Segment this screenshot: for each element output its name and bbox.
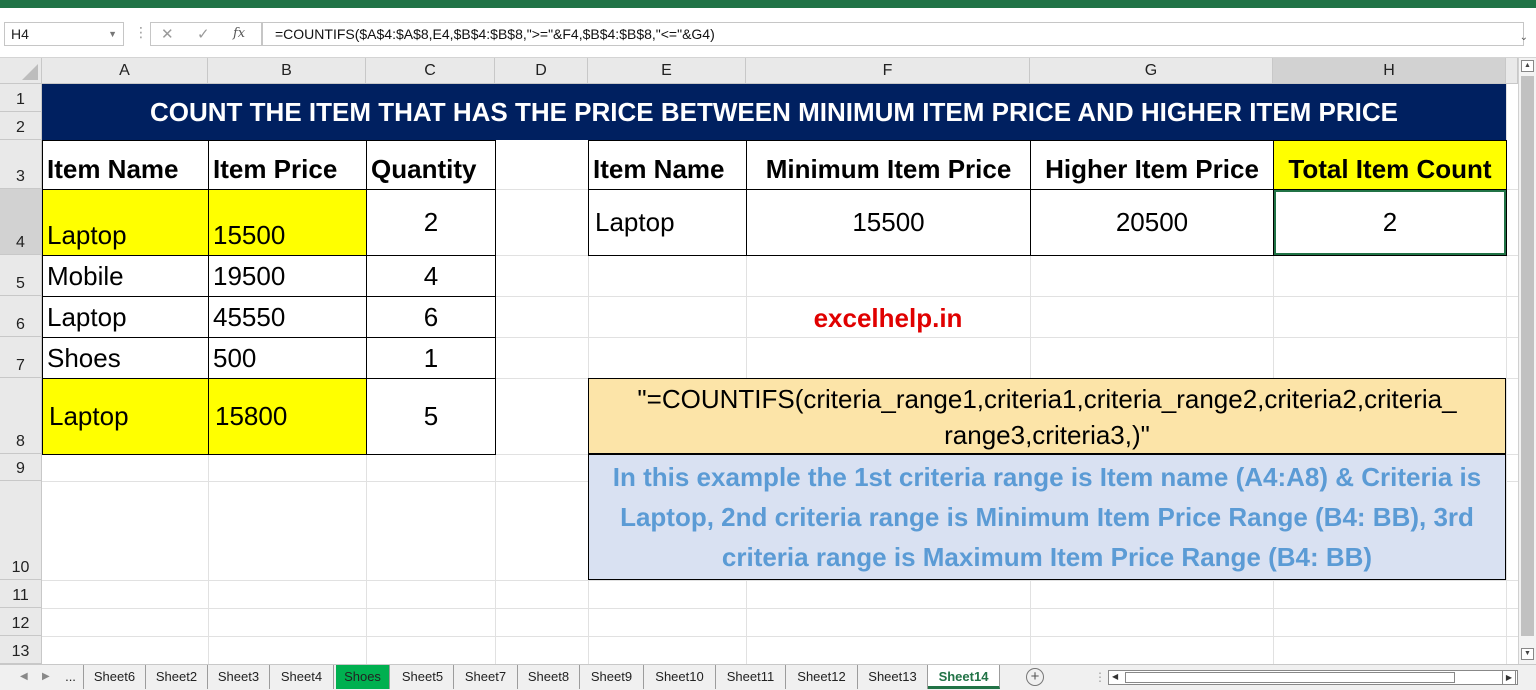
column-header-f[interactable]: F [746, 58, 1030, 84]
column-header-c[interactable]: C [366, 58, 495, 84]
row-header-12[interactable]: 12 [0, 608, 42, 636]
column-header-a[interactable]: A [42, 58, 208, 84]
column-header-d[interactable]: D [495, 58, 588, 84]
minimum-price-cell[interactable]: 15500 [746, 189, 1031, 256]
row-header-3[interactable]: 3 [0, 140, 42, 189]
select-all-icon[interactable] [0, 58, 42, 84]
table-cell[interactable]: 15800 [208, 378, 367, 455]
row-header-9[interactable]: 9 [0, 454, 42, 481]
table-cell[interactable]: 5 [366, 378, 496, 455]
column-header-g[interactable]: G [1030, 58, 1273, 84]
enter-icon[interactable]: ✓ [197, 25, 210, 43]
tab-sheet10[interactable]: Sheet10 [644, 665, 716, 689]
tab-sheet5[interactable]: Sheet5 [392, 665, 454, 689]
tab-prev-icon[interactable]: ◀ [20, 671, 28, 682]
tab-sheet11[interactable]: Sheet11 [716, 665, 786, 689]
tab-sheet14[interactable]: Sheet14 [928, 665, 1000, 689]
formula-bar-separator: ⋮ [134, 24, 148, 40]
worksheet-grid[interactable]: A B C D E F G H 1 2 3 4 5 6 7 8 9 10 11 … [0, 58, 1518, 664]
column-header-i[interactable] [1506, 58, 1518, 84]
formula-bar: H4 ▼ ⋮ ✕ ✓ fx =COUNTIFS($A$4:$A$8,E4,$B$… [0, 8, 1536, 58]
row-header-11[interactable]: 11 [0, 580, 42, 608]
fx-icon[interactable]: fx [233, 26, 245, 41]
row-header-2[interactable]: 2 [0, 112, 42, 140]
formula-bar-buttons: ✕ ✓ fx [150, 22, 262, 46]
tab-sheet7[interactable]: Sheet7 [454, 665, 518, 689]
table-cell[interactable]: Laptop [42, 378, 209, 455]
explanation-box[interactable]: In this example the 1st criteria range i… [588, 454, 1506, 580]
tab-sheet8[interactable]: Sheet8 [518, 665, 580, 689]
table-cell[interactable]: 4 [366, 255, 496, 297]
add-sheet-icon[interactable]: + [1026, 668, 1044, 686]
expand-formula-bar-icon[interactable]: ⌄ [1520, 32, 1528, 43]
table-cell[interactable]: Shoes [42, 337, 209, 379]
table-cell[interactable]: 45550 [208, 296, 367, 338]
syntax-box[interactable]: "=COUNTIFS(criteria_range1,criteria1,cri… [588, 378, 1506, 454]
criteria-item-name-cell[interactable]: Laptop [588, 189, 747, 256]
vertical-scrollbar[interactable]: ▲ ▼ [1518, 58, 1536, 664]
site-label: excelhelp.in [813, 302, 963, 333]
header-minimum-item-price[interactable]: Minimum Item Price [746, 140, 1031, 190]
table-cell[interactable]: Laptop [42, 296, 209, 338]
header-item-price[interactable]: Item Price [208, 140, 367, 190]
scroll-left-icon[interactable]: ◀ [1112, 672, 1118, 681]
tab-sheet4[interactable]: Sheet4 [270, 665, 334, 689]
tab-split-handle[interactable]: ⋮ [1094, 670, 1106, 684]
formula-input[interactable]: =COUNTIFS($A$4:$A$8,E4,$B$4:$B$8,">="&F4… [262, 22, 1524, 46]
horizontal-scrollbar[interactable]: ◀ [1108, 670, 1518, 685]
table-cell[interactable]: 19500 [208, 255, 367, 297]
scroll-down-icon[interactable]: ▼ [1521, 648, 1534, 660]
gridline [42, 580, 1518, 581]
table-cell[interactable]: Laptop [42, 189, 209, 256]
tab-sheet9[interactable]: Sheet9 [580, 665, 644, 689]
horizontal-scroll-thumb[interactable] [1125, 672, 1455, 683]
column-header-e[interactable]: E [588, 58, 746, 84]
tab-shoes[interactable]: Shoes [336, 665, 390, 689]
gridline [42, 608, 1518, 609]
row-header-8[interactable]: 8 [0, 378, 42, 454]
banner-title[interactable]: COUNT THE ITEM THAT HAS THE PRICE BETWEE… [42, 84, 1506, 140]
tab-sheet6[interactable]: Sheet6 [84, 665, 146, 689]
header-higher-item-price[interactable]: Higher Item Price [1030, 140, 1274, 190]
tab-next-icon[interactable]: ▶ [42, 671, 50, 682]
total-item-count-cell[interactable]: 2 [1273, 189, 1507, 256]
row-header-1[interactable]: 1 [0, 84, 42, 112]
higher-price-cell[interactable]: 20500 [1030, 189, 1274, 256]
row-header-4[interactable]: 4 [0, 189, 42, 255]
table-cell[interactable]: 2 [366, 189, 496, 256]
column-header-h[interactable]: H [1273, 58, 1506, 84]
name-box[interactable]: H4 ▼ [4, 22, 124, 46]
row-header-7[interactable]: 7 [0, 337, 42, 378]
row-header-13[interactable]: 13 [0, 636, 42, 664]
dropdown-arrow-icon[interactable]: ▼ [108, 23, 117, 45]
header-total-item-count[interactable]: Total Item Count [1273, 140, 1507, 190]
table-cell[interactable]: 15500 [208, 189, 367, 256]
tab-sheet12[interactable]: Sheet12 [786, 665, 858, 689]
header-item-name[interactable]: Item Name [42, 140, 209, 190]
tab-sheet2[interactable]: Sheet2 [146, 665, 208, 689]
name-box-value: H4 [11, 26, 29, 42]
scroll-up-icon[interactable]: ▲ [1521, 60, 1534, 72]
header-quantity[interactable]: Quantity [366, 140, 496, 190]
column-header-b[interactable]: B [208, 58, 366, 84]
row-header-6[interactable]: 6 [0, 296, 42, 337]
cancel-icon[interactable]: ✕ [161, 25, 174, 43]
scroll-right-icon[interactable]: ▶ [1502, 670, 1516, 685]
table-cell[interactable]: 500 [208, 337, 367, 379]
table-cell[interactable]: Mobile [42, 255, 209, 297]
vertical-scroll-thumb[interactable] [1521, 76, 1534, 636]
row-header-10[interactable]: 10 [0, 481, 42, 580]
table-cell[interactable]: 1 [366, 337, 496, 379]
tab-sheet3[interactable]: Sheet3 [208, 665, 270, 689]
header-criteria-item-name[interactable]: Item Name [588, 140, 747, 190]
table-cell[interactable]: 6 [366, 296, 496, 338]
row-header-5[interactable]: 5 [0, 255, 42, 296]
title-strip [0, 0, 1536, 8]
sheet-tab-bar: ◀ ▶ ... Sheet6 Sheet2 Sheet3 Sheet4 Shoe… [0, 664, 1536, 690]
tab-sheet13[interactable]: Sheet13 [858, 665, 928, 689]
gridline [42, 636, 1518, 637]
tab-ellipsis[interactable]: ... [58, 665, 84, 689]
